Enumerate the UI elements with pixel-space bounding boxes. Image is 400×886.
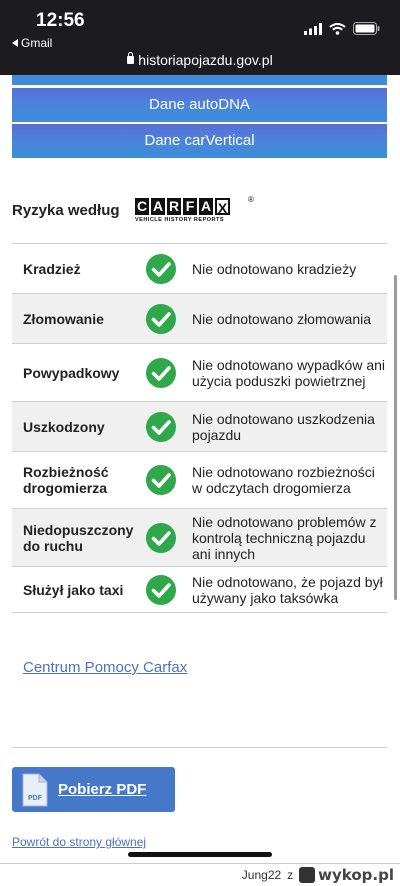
carfax-wordmark: C A R F A X xyxy=(135,198,230,216)
carfax-letter: F xyxy=(183,198,197,215)
wifi-icon xyxy=(329,22,346,35)
pdf-icon-text: PDF xyxy=(28,795,43,802)
carfax-letter: A xyxy=(151,198,165,215)
back-to-app-button[interactable]: Gmail xyxy=(12,36,52,50)
check-circle-icon xyxy=(146,357,176,388)
page: 12:56 Gmail historiapojazdu.gov.pl Dane … xyxy=(0,0,400,886)
check-cell xyxy=(141,464,181,496)
footer-user: Jung22 xyxy=(241,868,282,882)
carfax-letter: A xyxy=(199,198,213,215)
carfax-letter: X xyxy=(215,198,230,216)
row-label: Kradzież xyxy=(23,260,81,277)
status-icons xyxy=(304,22,380,35)
row-label: Powypadkowy xyxy=(23,364,120,381)
home-link[interactable]: Powrót do strony głównej xyxy=(12,835,146,849)
check-cell xyxy=(141,522,181,554)
risk-table: Kradzież Nie odnotowano kradzieży Złomow… xyxy=(12,243,387,613)
check-cell xyxy=(141,253,181,285)
carfax-logo: C A R F A X VEHICLE HISTORY REPORTS ® xyxy=(135,195,254,223)
lock-icon xyxy=(127,52,135,64)
footer-divider xyxy=(0,863,400,864)
row-text: Nie odnotowano uszkodzenia pojazdu xyxy=(192,410,375,443)
wykop-icon xyxy=(299,867,316,883)
row-label: Niedopuszczony do ruchu xyxy=(23,521,134,554)
provider-button-autodna[interactable]: Dane autoDNA xyxy=(12,88,387,122)
check-circle-icon xyxy=(146,465,176,495)
signal-icon xyxy=(304,22,322,35)
watermark-footer: Jung22 z wykop.pl xyxy=(242,866,394,884)
divider xyxy=(12,747,387,748)
check-circle-icon xyxy=(146,522,176,553)
battery-icon xyxy=(353,22,380,35)
provider-button-carvertical[interactable]: Dane carVertical xyxy=(12,124,387,158)
check-cell xyxy=(141,574,181,606)
row-text: Nie odnotowano problemów z kontrolą tech… xyxy=(192,513,377,562)
registered-mark: ® xyxy=(248,195,254,204)
table-row: Powypadkowy Nie odnotowano wypadków ani … xyxy=(12,344,387,402)
table-row: Złomowanie Nie odnotowano złomowania xyxy=(12,294,387,344)
check-cell xyxy=(141,411,181,443)
address-bar[interactable]: historiapojazdu.gov.pl xyxy=(0,52,400,68)
back-app-label: Gmail xyxy=(21,36,53,50)
wykop-site: wykop.pl xyxy=(318,866,394,884)
table-row: Służył jako taxi Nie odnotowano, że poja… xyxy=(12,567,387,613)
check-circle-icon xyxy=(146,253,176,284)
back-arrow-icon xyxy=(12,39,18,47)
table-row: Niedopuszczony do ruchu Nie odnotowano p… xyxy=(12,509,387,567)
row-text: Nie odnotowano wypadków ani użycia podus… xyxy=(192,356,386,389)
url-text: historiapojazdu.gov.pl xyxy=(138,52,273,68)
row-text: Nie odnotowano kradzieży xyxy=(192,260,357,277)
row-text: Nie odnotowano, że pojazd był używany ja… xyxy=(192,573,383,606)
pdf-file-icon: PDF xyxy=(22,773,48,806)
browser-status-bar: 12:56 Gmail historiapojazdu.gov.pl xyxy=(0,0,400,75)
row-text: Nie odnotowano rozbieżności w odczytach … xyxy=(192,464,375,496)
table-row: Rozbieżność drogomierza Nie odnotowano r… xyxy=(12,452,387,509)
row-label: Rozbieżność drogomierza xyxy=(23,464,109,496)
wykop-logo: wykop.pl xyxy=(299,866,394,884)
check-circle-icon xyxy=(146,574,176,605)
scrollbar[interactable] xyxy=(394,275,397,600)
row-label: Uszkodzony xyxy=(23,418,105,435)
table-row: Uszkodzony Nie odnotowano uszkodzenia po… xyxy=(12,402,387,452)
carfax-tagline: VEHICLE HISTORY REPORTS xyxy=(135,217,225,223)
check-cell xyxy=(141,357,181,389)
check-circle-icon xyxy=(146,303,176,334)
check-circle-icon xyxy=(146,411,176,442)
risk-label: Ryzyka według xyxy=(12,202,120,219)
row-text: Nie odnotowano złomowania xyxy=(192,310,371,327)
carfax-help-link[interactable]: Centrum Pomocy Carfax xyxy=(23,659,187,676)
download-pdf-button[interactable]: PDF Pobierz PDF xyxy=(12,767,175,812)
download-pdf-label: Pobierz PDF xyxy=(58,781,147,798)
table-row: Kradzież Nie odnotowano kradzieży xyxy=(12,244,387,294)
row-label: Służył jako taxi xyxy=(23,581,124,598)
carfax-letter: C xyxy=(135,198,149,215)
row-label: Złomowanie xyxy=(23,310,104,327)
home-indicator xyxy=(128,852,272,857)
check-cell xyxy=(141,303,181,335)
carfax-letter: R xyxy=(167,198,181,215)
risk-header: Ryzyka według C A R F A X VEHICLE HISTOR… xyxy=(12,195,387,236)
footer-sep: z xyxy=(287,868,294,882)
clock: 12:56 xyxy=(36,10,85,31)
